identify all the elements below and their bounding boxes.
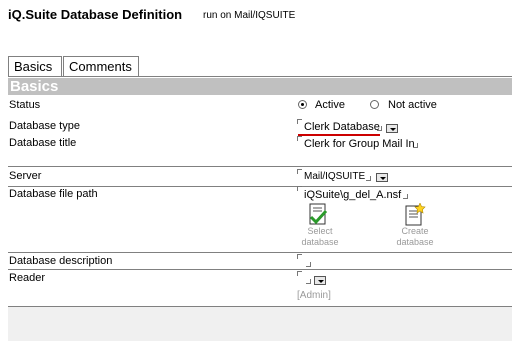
- section-header: Basics: [8, 78, 512, 95]
- database-file-path-field[interactable]: iQSuite\g_del_A.nsf: [304, 189, 401, 201]
- create-database-label-line1: Create: [401, 226, 429, 236]
- server-dropdown-button[interactable]: [376, 173, 388, 182]
- create-database-button[interactable]: Create database: [393, 203, 437, 249]
- row-divider: [8, 252, 512, 253]
- database-file-path-label: Database file path: [9, 188, 98, 200]
- accent-underline: [298, 134, 380, 136]
- tab-comments[interactable]: Comments: [63, 56, 139, 76]
- reader-hint: [Admin]: [297, 290, 331, 301]
- database-description-field[interactable]: [304, 256, 305, 268]
- reader-field[interactable]: [304, 273, 305, 285]
- field-end-marker-icon: [366, 176, 371, 181]
- field-start-marker-icon: [297, 169, 302, 174]
- row-divider: [8, 269, 512, 270]
- field-start-marker-icon: [297, 186, 302, 191]
- database-type-value[interactable]: Clerk Database: [304, 121, 380, 133]
- status-active-label[interactable]: Active: [315, 99, 345, 111]
- select-database-label-line2: database: [301, 237, 339, 247]
- field-end-marker-icon: [413, 143, 418, 148]
- field-start-marker-icon: [297, 136, 302, 141]
- form-footer-area: [8, 307, 512, 341]
- server-label: Server: [9, 170, 42, 182]
- create-database-icon: [405, 203, 426, 226]
- page-title: iQ.Suite Database Definition: [8, 7, 183, 22]
- create-database-label-line2: database: [396, 237, 434, 247]
- server-subtitle: run on Mail/IQSUITE: [203, 10, 296, 21]
- row-divider: [8, 166, 512, 167]
- reader-dropdown-button[interactable]: [314, 276, 326, 285]
- database-title-label: Database title: [9, 137, 77, 149]
- status-label: Status: [9, 99, 41, 111]
- row-divider: [8, 186, 512, 187]
- status-not-active-radio[interactable]: [370, 100, 379, 109]
- database-type-dropdown-button[interactable]: [386, 124, 398, 133]
- database-type-label: Database type: [9, 120, 80, 132]
- select-database-label-line1: Select: [307, 226, 333, 236]
- field-end-marker-icon: [377, 126, 382, 131]
- select-database-icon: [309, 203, 328, 225]
- tab-divider: [8, 76, 512, 77]
- server-value[interactable]: Mail/IQSUITE: [304, 171, 365, 182]
- field-end-marker-icon: [403, 194, 408, 199]
- field-start-marker-icon: [297, 119, 302, 124]
- reader-label: Reader: [9, 272, 46, 284]
- database-title-field[interactable]: Clerk for Group Mail In: [304, 138, 415, 150]
- status-active-radio[interactable]: [298, 100, 307, 109]
- status-not-active-label[interactable]: Not active: [388, 99, 437, 111]
- field-end-marker-icon: [306, 262, 311, 267]
- field-end-marker-icon: [306, 279, 311, 284]
- field-start-marker-icon: [297, 271, 302, 276]
- tab-basics[interactable]: Basics: [8, 56, 62, 76]
- field-start-marker-icon: [297, 254, 302, 259]
- select-database-button[interactable]: Select database: [298, 203, 342, 249]
- database-description-label: Database description: [9, 255, 113, 267]
- row-divider: [8, 306, 512, 307]
